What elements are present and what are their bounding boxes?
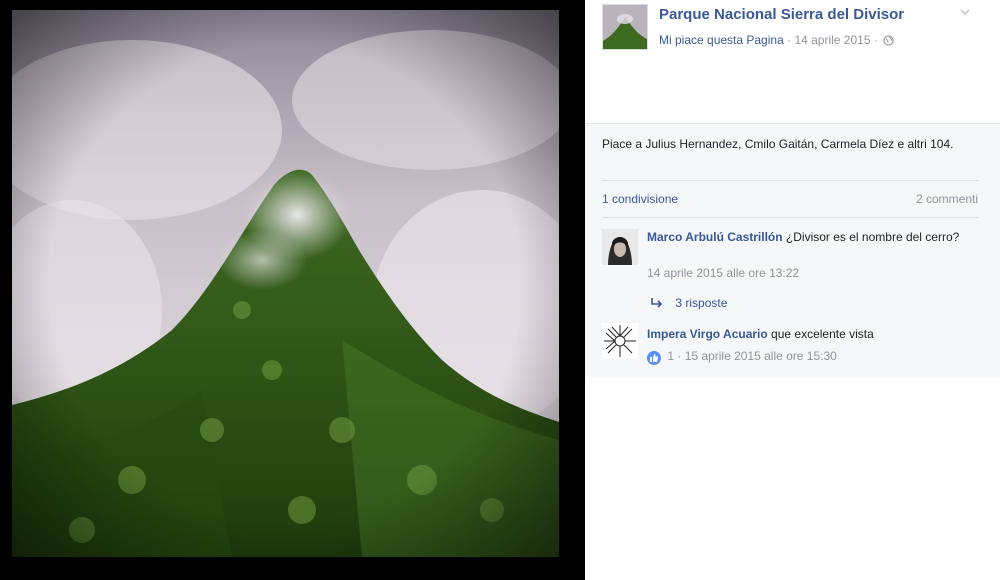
post-date[interactable]: 14 aprile 2015 — [794, 33, 870, 47]
divider — [602, 217, 979, 218]
comment-meta: 1 · 15 aprile 2015 alle ore 15:30 — [647, 349, 837, 365]
feedback-section: Piace a Julius Hernandez, Cmilo Gaitán, … — [585, 124, 1000, 377]
thumbs-up-icon — [647, 351, 661, 365]
comment-time[interactable]: 15 aprile 2015 alle ore 15:30 — [685, 349, 837, 363]
post-photo[interactable] — [12, 10, 559, 557]
replies-link[interactable]: 3 risposte — [650, 296, 727, 310]
reply-arrow-icon — [651, 298, 663, 308]
meta-separator: · — [873, 33, 878, 47]
comment-message: que excelente vista — [771, 327, 874, 341]
globe-icon — [883, 35, 894, 49]
comment-author[interactable]: Impera Virgo Acuario — [647, 327, 768, 341]
avatar[interactable] — [602, 229, 638, 265]
replies-label: 3 risposte — [675, 296, 728, 310]
photo-viewer — [0, 0, 585, 580]
comment-text: Impera Virgo Acuario que excelente vista — [647, 327, 874, 341]
chevron-down-icon[interactable] — [957, 4, 973, 20]
comments-count[interactable]: 2 commenti — [916, 192, 978, 206]
comment-text: Marco Arbulú Castrillón ¿Divisor es el n… — [647, 228, 977, 246]
comment-message: ¿Divisor es el nombre del cerro? — [785, 230, 960, 244]
post-meta: Mi piace questa Pagina · 14 aprile 2015 … — [659, 33, 894, 49]
divider — [602, 180, 979, 181]
like-count[interactable]: 1 — [667, 349, 674, 363]
meta-separator: · — [787, 33, 792, 47]
shares-link[interactable]: 1 condivisione — [602, 192, 678, 206]
like-page-link[interactable]: Mi piace questa Pagina — [659, 33, 784, 47]
likes-summary[interactable]: Piace a Julius Hernandez, Cmilo Gaitán, … — [602, 135, 982, 153]
page-avatar[interactable] — [602, 4, 648, 50]
avatar[interactable] — [602, 323, 638, 359]
comment-time[interactable]: 14 aprile 2015 alle ore 13:22 — [647, 266, 799, 280]
post-sidebar: Parque Nacional Sierra del Divisor Mi pi… — [585, 0, 1000, 580]
meta-separator: · — [677, 349, 682, 363]
comment-author[interactable]: Marco Arbulú Castrillón — [647, 230, 783, 244]
page-name-link[interactable]: Parque Nacional Sierra del Divisor — [659, 6, 904, 23]
